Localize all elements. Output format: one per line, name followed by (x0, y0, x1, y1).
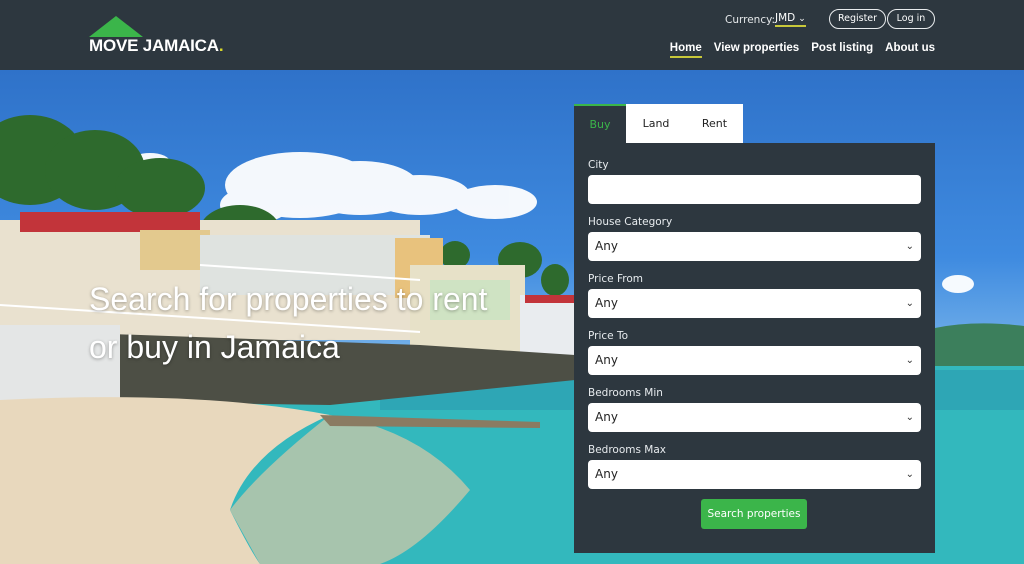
nav-home[interactable]: Home (669, 42, 702, 58)
nav-post-listing[interactable]: Post listing (811, 42, 873, 58)
currency-label: Currency: (725, 14, 776, 26)
chevron-down-icon: ⌄ (798, 14, 806, 24)
price-from-value: Any (595, 296, 618, 310)
house-category-select[interactable]: Any ⌄ (588, 232, 921, 261)
bedrooms-max-value: Any (595, 467, 618, 481)
search-properties-button[interactable]: Search properties (701, 499, 807, 529)
price-from-select[interactable]: Any ⌄ (588, 289, 921, 318)
brand-name: MOVE JAMAICA (89, 36, 219, 55)
chevron-down-icon: ⌄ (905, 412, 914, 423)
bedrooms-max-label: Bedrooms Max (588, 444, 667, 456)
price-to-value: Any (595, 353, 618, 367)
property-search-form: City House Category Any ⌄ Price From Any ⌄… (574, 143, 935, 553)
bedrooms-min-label: Bedrooms Min (588, 387, 663, 399)
chevron-down-icon: ⌄ (905, 469, 914, 480)
tab-land[interactable]: Land (626, 104, 686, 143)
bedrooms-max-select[interactable]: Any ⌄ (588, 460, 921, 489)
tab-rent[interactable]: Rent (686, 104, 743, 143)
currency-select[interactable]: JMD ⌄ (775, 12, 806, 27)
chevron-down-icon: ⌄ (905, 355, 914, 366)
chevron-down-icon: ⌄ (905, 298, 914, 309)
price-from-label: Price From (588, 273, 643, 285)
city-input[interactable] (588, 175, 921, 204)
nav-view-properties[interactable]: View properties (714, 42, 799, 58)
price-to-select[interactable]: Any ⌄ (588, 346, 921, 375)
city-label: City (588, 159, 609, 171)
currency-value: JMD (775, 12, 796, 24)
register-button[interactable]: Register (829, 9, 886, 29)
house-category-value: Any (595, 239, 618, 253)
hero-heading: Search for properties to rent or buy in … (89, 281, 488, 365)
bedrooms-min-select[interactable]: Any ⌄ (588, 403, 921, 432)
bedrooms-min-value: Any (595, 410, 618, 424)
nav-about-us[interactable]: About us (885, 42, 935, 58)
site-header: MOVE JAMAICA. Currency: JMD ⌄ Register Lo… (0, 0, 1024, 70)
tab-buy[interactable]: Buy (574, 104, 626, 143)
chevron-down-icon: ⌄ (905, 241, 914, 252)
login-button[interactable]: Log in (887, 9, 935, 29)
brand-dot: . (218, 36, 224, 55)
search-tabs: Buy Land Rent (574, 104, 743, 143)
main-nav: Home View properties Post listing About … (669, 42, 935, 58)
site-logo[interactable]: MOVE JAMAICA. (89, 16, 239, 56)
logo-roof-icon (89, 16, 143, 37)
price-to-label: Price To (588, 330, 629, 342)
house-category-label: House Category (588, 216, 673, 228)
